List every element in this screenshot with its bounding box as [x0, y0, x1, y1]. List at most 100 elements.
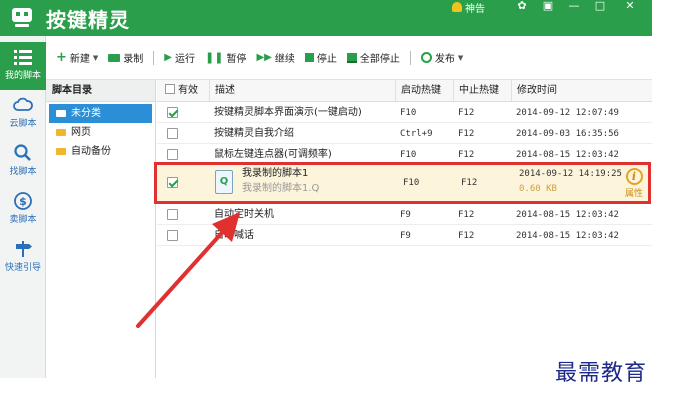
start-hotkey: F9	[400, 210, 411, 220]
script-description: 自动定时关机	[214, 209, 274, 220]
folder-icon	[56, 129, 66, 136]
bell-icon	[452, 2, 462, 12]
column-header-modified-time[interactable]: 修改时间	[511, 80, 652, 102]
script-directory-panel: 脚本目录 未分类 网页 自动备份	[46, 80, 156, 378]
table-header: 有效 描述 启动热键 中止热键 修改时间	[157, 80, 652, 102]
toolbar: + 新建 ▼ 录制 ▶ 运行 ❚❚ 暂停 ▶▶ 继续 停止 全部停止 发布 ▼	[46, 36, 652, 80]
nav-label: 卖脚本	[9, 215, 37, 225]
nav-sell-scripts[interactable]: $ 卖脚本	[0, 186, 46, 234]
property-label: 属性	[624, 189, 643, 199]
valid-checkbox[interactable]	[167, 177, 178, 188]
publish-button[interactable]: 发布 ▼	[420, 50, 464, 65]
modified-time: 2014-09-12 14:19:25	[519, 169, 622, 179]
script-file-icon: Q	[215, 170, 233, 194]
nav-find-scripts[interactable]: 找脚本	[0, 138, 46, 186]
folder-label: 未分类	[71, 108, 101, 119]
select-all-checkbox[interactable]	[165, 84, 175, 94]
script-description: 按键精灵自我介绍	[214, 128, 294, 139]
script-description: 我录制的脚本1	[242, 168, 309, 179]
folder-label: 网页	[71, 127, 91, 138]
cloud-icon	[13, 97, 33, 111]
svg-text:$: $	[19, 195, 27, 208]
script-description: 自动喊话	[214, 230, 254, 241]
plus-icon: +	[56, 50, 67, 65]
folder-item-auto-backup[interactable]: 自动备份	[46, 142, 155, 161]
close-icon[interactable]: ✕	[622, 0, 638, 14]
toolbar-separator	[153, 50, 155, 65]
title-bar: 按键精灵 神告 ✿ ▣ — □ ✕	[0, 0, 652, 36]
folder-item-uncategorized[interactable]: 未分类	[49, 104, 152, 123]
column-header-valid[interactable]: 有效	[157, 80, 207, 102]
modified-time: 2014-08-15 12:03:42	[516, 210, 619, 220]
column-header-start-hotkey[interactable]: 启动热键	[395, 80, 453, 102]
valid-checkbox[interactable]	[167, 209, 178, 220]
pause-label: 暂停	[226, 54, 247, 65]
app-title: 按键精灵	[46, 8, 130, 32]
toolbar-separator	[409, 50, 411, 65]
script-filename: 我录制的脚本1.Q	[242, 183, 320, 194]
nav-label: 我的脚本	[4, 71, 41, 81]
modified-time: 2014-09-12 12:07:49	[516, 108, 619, 118]
camera-icon	[108, 53, 121, 62]
nav-cloud-scripts[interactable]: 云脚本	[0, 90, 46, 138]
stop-hotkey: F12	[461, 178, 478, 188]
folder-icon	[56, 148, 66, 155]
table-row-selected[interactable]: Q 我录制的脚本1 我录制的脚本1.Q F10 F12 2014-09-12 1…	[154, 162, 651, 204]
resume-label: 继续	[274, 54, 295, 65]
table-row[interactable]: 自动喊话 F9 F12 2014-08-15 12:03:42	[157, 226, 652, 246]
stop-hotkey: F12	[458, 231, 475, 241]
nav-my-scripts[interactable]: 我的脚本	[0, 42, 46, 90]
nav-quick-guide[interactable]: 快速引导	[0, 234, 46, 282]
publish-label: 发布	[434, 54, 455, 65]
resume-button[interactable]: ▶▶ 继续	[256, 50, 294, 65]
pause-icon: ❚❚	[205, 51, 224, 64]
valid-checkbox[interactable]	[167, 128, 178, 139]
caret-down-icon: ▼	[92, 53, 99, 62]
dollar-icon: $	[14, 192, 32, 210]
stop-button[interactable]: 停止	[304, 50, 337, 65]
script-description: 按键精灵脚本界面演示(一键启动)	[214, 107, 362, 118]
announcement-link[interactable]: 神告	[452, 0, 485, 15]
stop-all-label: 全部停止	[359, 54, 400, 65]
property-button[interactable]: i 属性	[620, 165, 648, 201]
valid-checkbox[interactable]	[167, 149, 178, 160]
stop-hotkey: F12	[458, 108, 475, 118]
settings-icon[interactable]: ✿	[514, 0, 530, 14]
stop-all-button[interactable]: 全部停止	[346, 50, 400, 65]
table-row[interactable]: 按键精灵自我介绍 Ctrl+9 F12 2014-09-03 16:35:56	[157, 124, 652, 144]
caret-down-icon: ▼	[457, 53, 464, 62]
app-window: 按键精灵 神告 ✿ ▣ — □ ✕ 我的脚本 云脚本 找脚本 $ 卖脚本 快速引…	[0, 0, 652, 378]
script-table: 有效 描述 启动热键 中止热键 修改时间 按键精灵脚本界面演示(一键启动) F1…	[154, 80, 652, 378]
record-button[interactable]: 录制	[108, 50, 143, 65]
pause-button[interactable]: ❚❚ 暂停	[205, 50, 246, 65]
announcement-label: 神告	[465, 3, 485, 15]
valid-checkbox[interactable]	[167, 230, 178, 241]
start-hotkey: F9	[400, 231, 411, 241]
column-header-stop-hotkey[interactable]: 中止热键	[453, 80, 511, 102]
nav-label: 快速引导	[4, 263, 41, 273]
run-button[interactable]: ▶ 运行	[164, 50, 195, 65]
run-label: 运行	[175, 54, 195, 65]
folder-item-web[interactable]: 网页	[46, 123, 155, 142]
start-hotkey: Ctrl+9	[400, 129, 433, 139]
table-row[interactable]: 按键精灵脚本界面演示(一键启动) F10 F12 2014-09-12 12:0…	[157, 103, 652, 123]
list-icon	[14, 50, 32, 65]
column-label: 有效	[178, 85, 198, 96]
nav-label: 找脚本	[9, 167, 37, 177]
skin-icon[interactable]: ▣	[540, 0, 556, 14]
table-row[interactable]: 自动定时关机 F9 F12 2014-08-15 12:03:42	[157, 205, 652, 225]
new-label: 新建	[69, 54, 90, 65]
minimize-icon[interactable]: —	[566, 0, 582, 14]
app-logo-icon	[12, 8, 32, 27]
nav-label: 云脚本	[9, 119, 37, 129]
stop-label: 停止	[316, 54, 337, 65]
new-button[interactable]: + 新建 ▼	[56, 50, 98, 65]
play-icon: ▶	[164, 52, 172, 63]
publish-icon	[420, 52, 432, 63]
modified-time: 2014-09-03 16:35:56	[516, 129, 619, 139]
maximize-icon[interactable]: □	[592, 0, 608, 14]
column-header-description[interactable]: 描述	[209, 80, 395, 102]
record-label: 录制	[123, 54, 144, 65]
valid-checkbox[interactable]	[167, 107, 178, 118]
stop-hotkey: F12	[458, 210, 475, 220]
